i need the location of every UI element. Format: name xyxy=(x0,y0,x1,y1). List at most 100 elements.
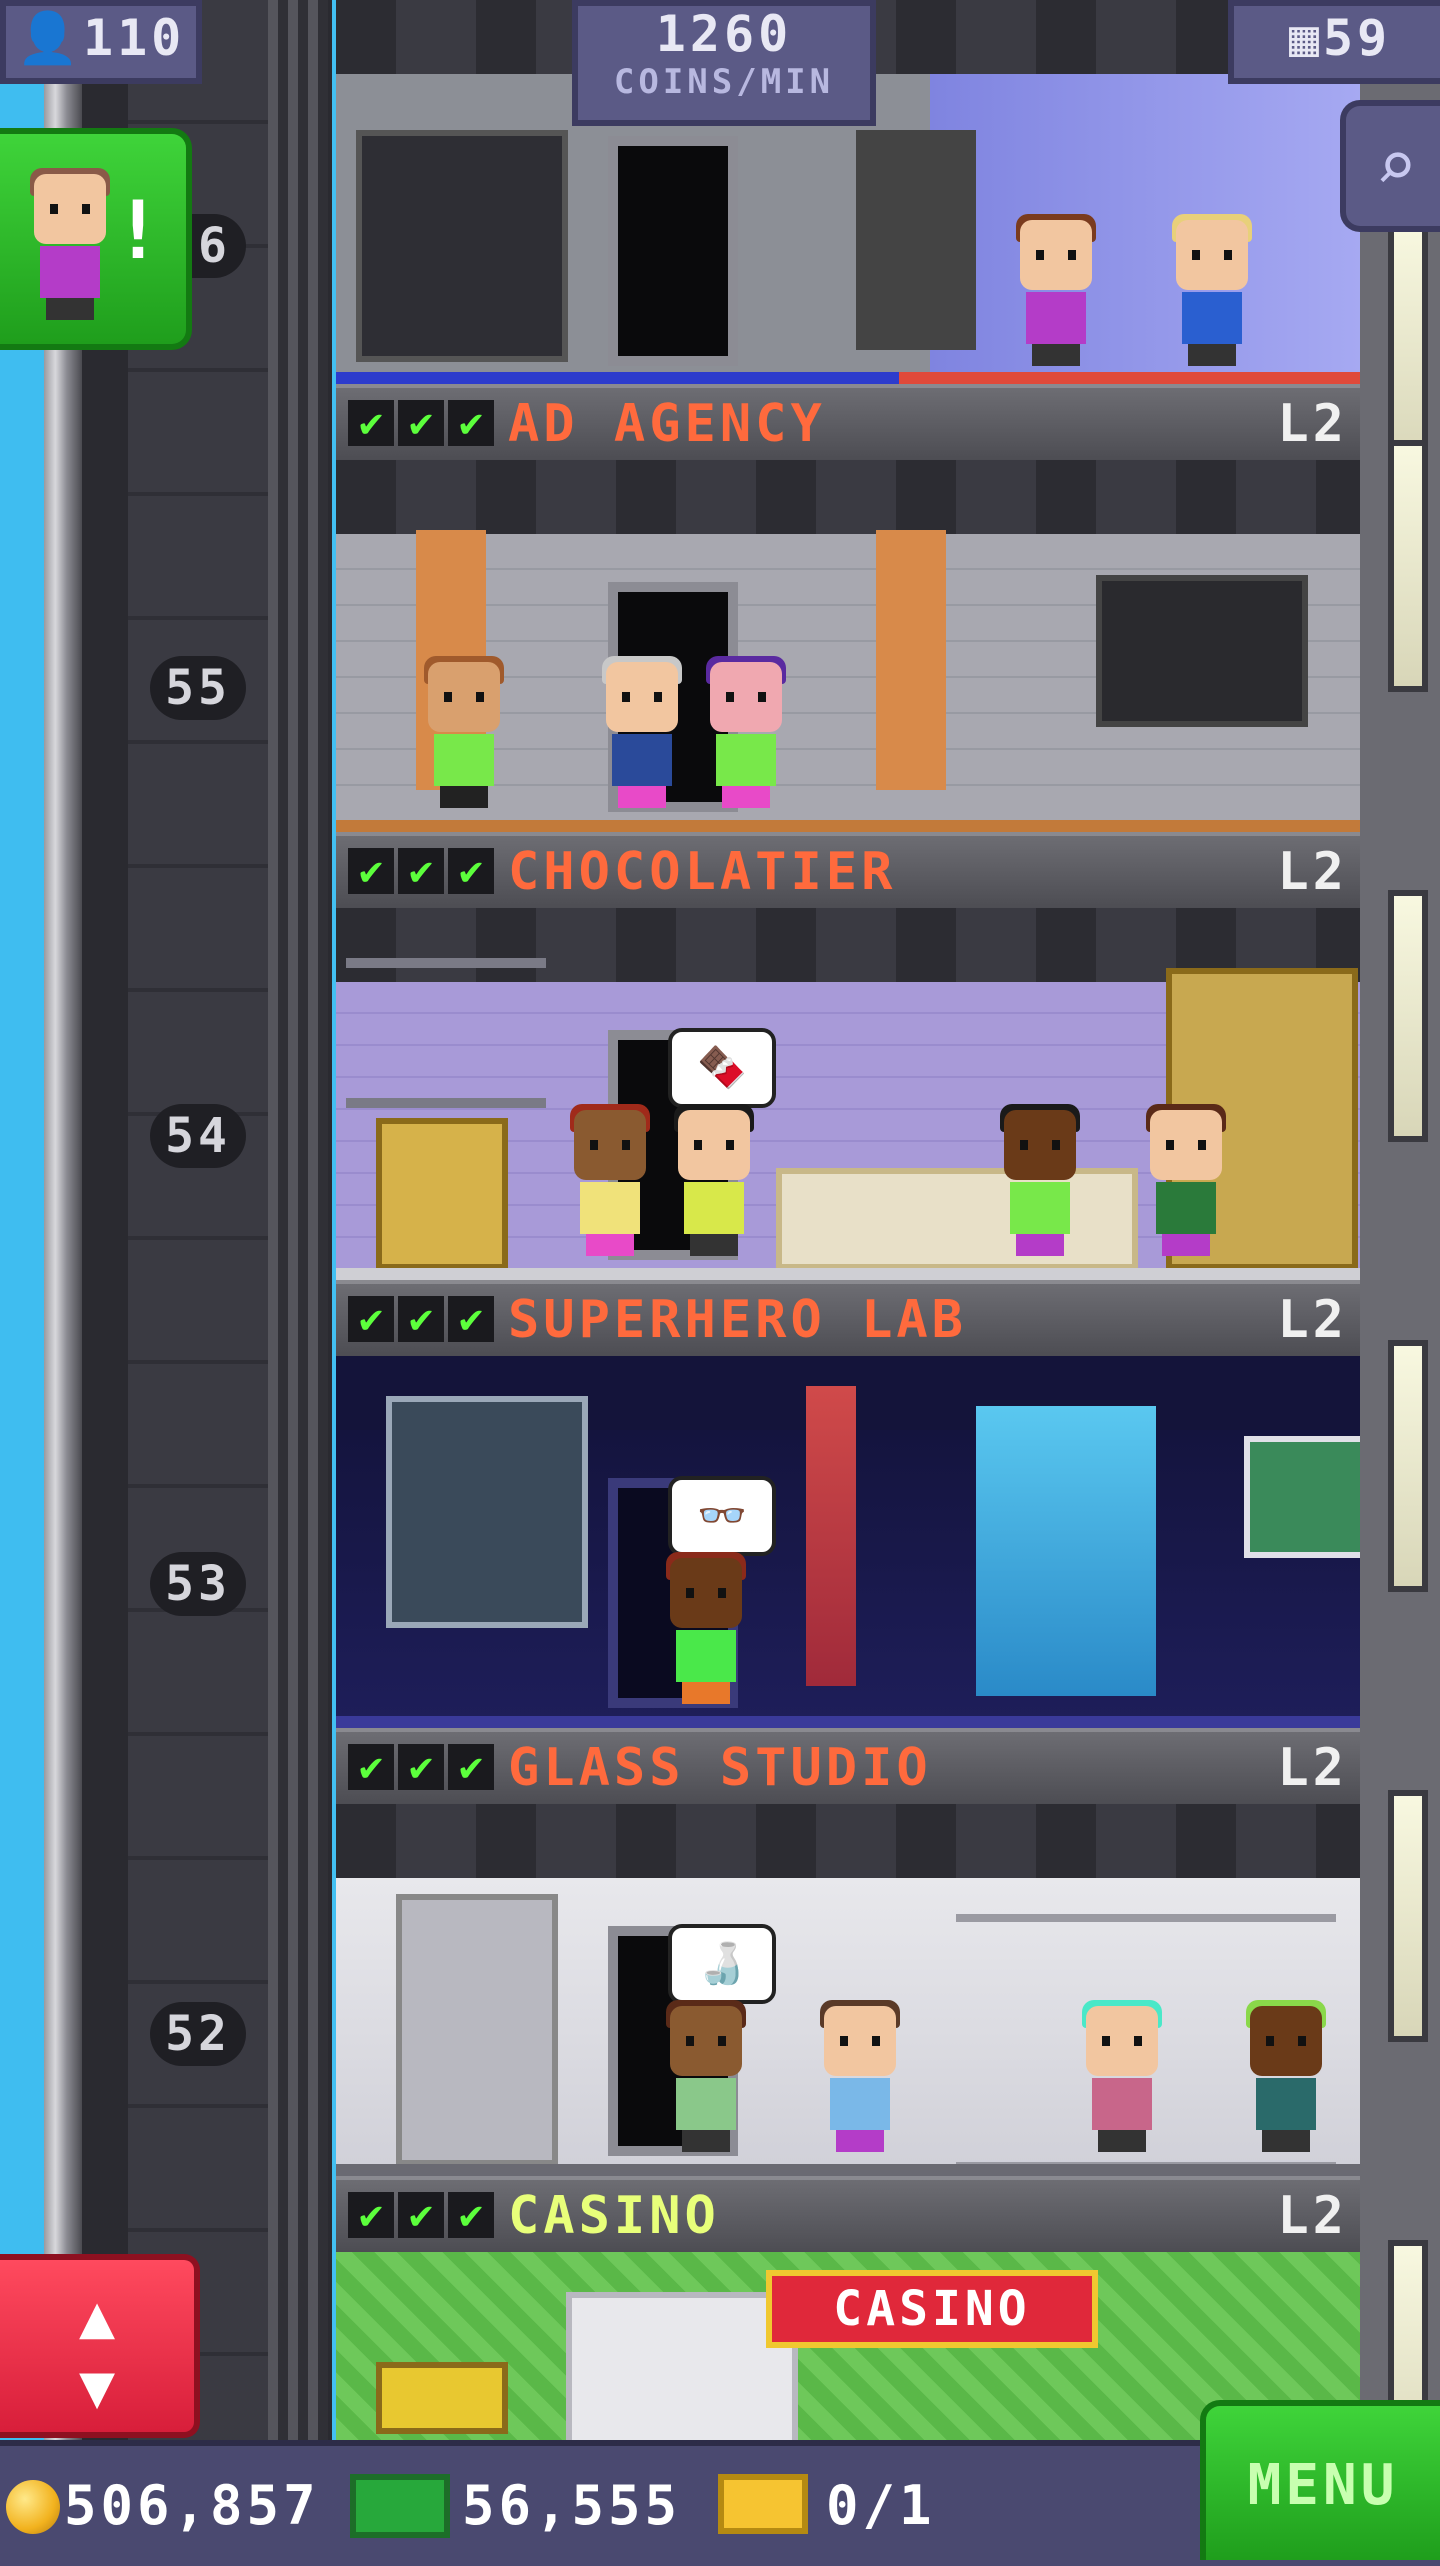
visitor-notification-button[interactable]: ! xyxy=(0,128,192,350)
floor-namebar-superhero-lab[interactable]: ✔ ✔ ✔ SUPERHERO LAB L2 xyxy=(336,1280,1360,1360)
worker[interactable] xyxy=(424,656,504,812)
shelf xyxy=(346,958,546,1108)
stock-check-icon: ✔ xyxy=(348,848,394,894)
room-door xyxy=(608,136,738,366)
population-value: 110 xyxy=(82,9,186,67)
floor-level: L2 xyxy=(1277,1738,1348,1798)
up-down-arrows-icon: ▲ ▼ xyxy=(78,2282,116,2422)
worker[interactable] xyxy=(666,1552,746,1708)
menu-button[interactable]: MENU xyxy=(1200,2400,1440,2560)
stock-check-icon: ✔ xyxy=(448,848,494,894)
elevator-button[interactable]: ▲ ▼ xyxy=(0,2254,200,2438)
stock-check-icon: ✔ xyxy=(398,1296,444,1342)
floor-name: AD AGENCY xyxy=(508,394,826,454)
worker[interactable] xyxy=(1172,214,1252,370)
floor-count-value: 59 xyxy=(1322,9,1392,67)
floor-name: GLASS STUDIO xyxy=(508,1738,932,1798)
coin-icon xyxy=(6,2480,60,2534)
camera-rig xyxy=(856,130,976,350)
magnifier-icon: ⌕ xyxy=(1374,125,1418,207)
elevator-shaft-inner xyxy=(128,0,268,2440)
tower-bux-icon xyxy=(350,2474,450,2538)
stock-check-icon: ✔ xyxy=(448,1744,494,1790)
floor-number-52: 52 xyxy=(150,2002,246,2066)
floor-number-55: 55 xyxy=(150,656,246,720)
ceiling xyxy=(336,1804,1360,1878)
floor-level: L2 xyxy=(1277,842,1348,902)
alert-mark: ! xyxy=(113,184,162,277)
coins-per-minute-display[interactable]: 1260 COINS/MIN xyxy=(572,0,876,126)
speech-bubble[interactable]: 👓 xyxy=(668,1476,776,1556)
casino-sign: CASINO xyxy=(766,2270,1098,2348)
glass-furnace xyxy=(396,1894,558,2166)
floor-number-53: 53 xyxy=(150,1552,246,1616)
elevator-rail xyxy=(44,0,82,2440)
pillar xyxy=(876,530,946,790)
floor-level: L2 xyxy=(1277,2186,1348,2246)
speech-bubble[interactable]: 🍫 xyxy=(668,1028,776,1108)
ticket-icon xyxy=(718,2474,808,2534)
stock-check-icon: ✔ xyxy=(398,400,444,446)
coins-per-minute-label: COINS/MIN xyxy=(613,62,835,102)
speech-bubble[interactable]: 🍶 xyxy=(668,1924,776,2004)
hologram-chamber xyxy=(976,1406,1156,1696)
tickets-value[interactable]: 0/1 xyxy=(826,2470,936,2542)
worker[interactable] xyxy=(1246,2000,1326,2156)
stock-check-icon: ✔ xyxy=(348,1744,394,1790)
stock-check-icon: ✔ xyxy=(398,1744,444,1790)
floor-namebar-casino[interactable]: ✔ ✔ ✔ CASINO L2 xyxy=(336,2176,1360,2256)
population-counter[interactable]: 👤110 xyxy=(0,0,202,84)
world-map xyxy=(1244,1436,1360,1558)
floor-strip xyxy=(336,2164,1360,2176)
sky-strip xyxy=(0,0,44,2440)
coins-per-minute-value: 1260 xyxy=(655,5,793,63)
stock-check-icon: ✔ xyxy=(348,1296,394,1342)
worker[interactable] xyxy=(674,1104,754,1260)
worker[interactable] xyxy=(602,656,682,812)
worker[interactable] xyxy=(1016,214,1096,370)
floor-level: L2 xyxy=(1277,394,1348,454)
floor-namebar-ad-agency[interactable]: ✔ ✔ ✔ AD AGENCY L2 xyxy=(336,384,1360,464)
floor-strip xyxy=(336,1716,1360,1728)
worker[interactable] xyxy=(1000,1104,1080,1260)
floor-name: CASINO xyxy=(508,2186,720,2246)
tower-window xyxy=(1388,890,1428,1142)
worker[interactable] xyxy=(1082,2000,1162,2156)
worker[interactable] xyxy=(570,1104,650,1260)
floor-strip xyxy=(336,372,1360,384)
floor-strip xyxy=(336,820,1360,832)
worker[interactable] xyxy=(1146,1104,1226,1260)
floor-number-54: 54 xyxy=(150,1104,246,1168)
floor-chocolatier[interactable] xyxy=(336,460,1360,832)
casino-entrance xyxy=(566,2292,798,2440)
floor-namebar-chocolatier[interactable]: ✔ ✔ ✔ CHOCOLATIER L2 xyxy=(336,832,1360,912)
chocolate-counter xyxy=(776,1168,1138,1270)
floor-glass-studio[interactable]: 👓 xyxy=(336,1356,1360,1728)
stock-check-icon: ✔ xyxy=(448,400,494,446)
stock-check-icon: ✔ xyxy=(348,2192,394,2238)
chocolate-vat xyxy=(376,1118,508,1270)
floor-name: CHOCOLATIER xyxy=(508,842,897,902)
tower-window xyxy=(1388,1340,1428,1592)
zoom-button[interactable]: ⌕ xyxy=(1340,100,1440,232)
coins-value[interactable]: 506,857 xyxy=(64,2470,320,2542)
scan-display xyxy=(386,1396,588,1628)
stock-check-icon: ✔ xyxy=(398,2192,444,2238)
visitor-avatar-icon xyxy=(30,168,110,324)
floor-namebar-glass-studio[interactable]: ✔ ✔ ✔ GLASS STUDIO L2 xyxy=(336,1728,1360,1808)
stock-check-icon: ✔ xyxy=(448,1296,494,1342)
ring-display xyxy=(1096,575,1308,727)
worker[interactable] xyxy=(706,656,786,812)
floor-count-display[interactable]: ▦59 xyxy=(1228,0,1440,84)
slot-machine xyxy=(376,2362,508,2434)
floor-superhero-lab[interactable]: 🍫 xyxy=(336,908,1360,1280)
dna-tube xyxy=(806,1386,856,1686)
bux-value[interactable]: 56,555 xyxy=(462,2470,681,2542)
worker[interactable] xyxy=(666,2000,746,2156)
person-icon: 👤 xyxy=(16,9,83,67)
floor-casino-above[interactable]: 🍶 xyxy=(336,1804,1360,2176)
worker[interactable] xyxy=(820,2000,900,2156)
editing-station xyxy=(356,130,568,362)
ceiling xyxy=(336,460,1360,534)
floor-level: L2 xyxy=(1277,1290,1348,1350)
